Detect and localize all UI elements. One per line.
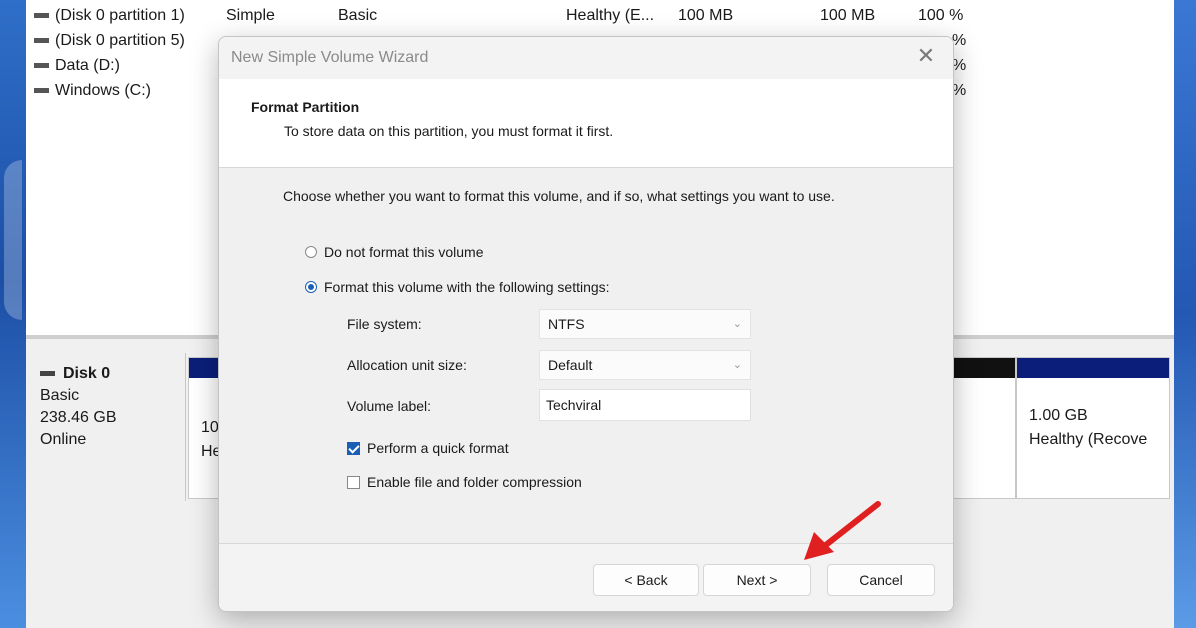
radio-label: Do not format this volume	[324, 244, 484, 260]
partition-status: Healthy (Recove	[1029, 431, 1148, 448]
volume-percent-free: %	[952, 57, 967, 74]
volume-row[interactable]: (Disk 0 partition 1) Simple Basic Health…	[26, 4, 1174, 28]
disk-info-label[interactable]: Disk 0 Basic 238.46 GB Online	[26, 353, 186, 501]
volume-name: Windows (C:)	[34, 79, 151, 103]
volume-name: (Disk 0 partition 1)	[34, 4, 185, 28]
allocation-unit-select[interactable]: Default ⌄	[539, 350, 751, 380]
file-system-select[interactable]: NTFS ⌄	[539, 309, 751, 339]
allocation-unit-label: Allocation unit size:	[347, 357, 467, 373]
volume-icon	[34, 38, 49, 44]
volume-percent-free: %	[952, 32, 967, 49]
volume-icon	[34, 13, 49, 19]
checkbox-label: Enable file and folder compression	[367, 474, 582, 490]
disk-type: Basic	[40, 387, 80, 404]
quick-format-checkbox[interactable]: Perform a quick format	[347, 440, 509, 456]
recovery-partition-block[interactable]: 1.00 GB Healthy (Recove	[1016, 357, 1170, 499]
partition-block[interactable]	[946, 357, 1016, 499]
partition-bar	[947, 358, 1015, 378]
red-arrow-annotation-icon	[804, 501, 881, 560]
cancel-button[interactable]: Cancel	[827, 564, 935, 596]
close-icon[interactable]: ✕	[913, 43, 939, 69]
chevron-down-icon: ⌄	[732, 318, 742, 330]
checkbox-label: Perform a quick format	[367, 440, 509, 456]
chevron-down-icon: ⌄	[732, 359, 742, 371]
next-button[interactable]: Next >	[703, 564, 811, 596]
volume-layout: Simple	[226, 7, 275, 24]
volume-label-label: Volume label:	[347, 398, 432, 414]
radio-label: Format this volume with the following se…	[324, 279, 610, 295]
disk-icon	[40, 371, 55, 377]
wizard-titlebar[interactable]: New Simple Volume Wizard ✕	[219, 37, 953, 79]
volume-free-space: 100 MB	[820, 7, 876, 24]
radio-do-not-format[interactable]: Do not format this volume	[305, 244, 484, 260]
disk-title: Disk 0	[63, 365, 111, 382]
desktop-wallpaper-left	[0, 0, 26, 628]
wizard-header: Format Partition To store data on this p…	[219, 79, 953, 168]
partition-size: 1.00 GB	[1029, 407, 1088, 424]
volume-percent-free: %	[952, 82, 967, 99]
disk-size: 238.46 GB	[40, 409, 117, 426]
volume-name: Data (D:)	[34, 54, 120, 78]
intro-text: Choose whether you want to format this v…	[283, 188, 835, 204]
file-system-label: File system:	[347, 316, 422, 332]
partition-bar	[1017, 358, 1169, 378]
compression-checkbox[interactable]: Enable file and folder compression	[347, 474, 582, 490]
page-title: Format Partition	[251, 99, 360, 115]
volume-icon	[34, 63, 49, 69]
volume-type: Basic	[338, 7, 378, 24]
volume-percent-free: 100 %	[918, 7, 964, 24]
radio-selected-icon	[305, 281, 317, 293]
volume-status: Healthy (E...	[566, 7, 655, 24]
desktop-wallpaper-right	[1174, 0, 1196, 628]
checkbox-checked-icon	[347, 441, 360, 455]
wizard-title: New Simple Volume Wizard	[231, 49, 429, 66]
allocation-unit-value: Default	[548, 357, 593, 373]
radio-format-volume[interactable]: Format this volume with the following se…	[305, 279, 610, 295]
file-system-value: NTFS	[548, 316, 585, 332]
page-subtitle: To store data on this partition, you mus…	[284, 123, 614, 139]
disk-state: Online	[40, 431, 87, 448]
volume-icon	[34, 88, 49, 94]
wizard-body: Choose whether you want to format this v…	[219, 168, 953, 543]
volume-name: (Disk 0 partition 5)	[34, 29, 185, 53]
back-button[interactable]: < Back	[593, 564, 699, 596]
volume-capacity: 100 MB	[678, 7, 734, 24]
radio-circle-icon	[305, 246, 317, 258]
checkbox-unchecked-icon	[347, 475, 360, 489]
volume-label-input[interactable]: Techviral	[539, 389, 751, 421]
